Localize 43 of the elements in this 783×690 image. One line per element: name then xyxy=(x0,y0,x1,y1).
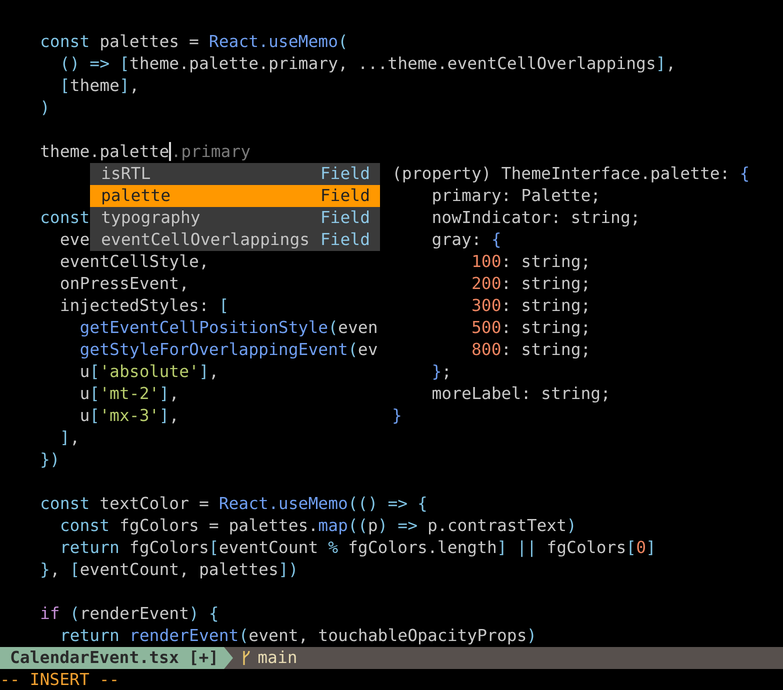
code-line: onPressEvent, xyxy=(58,273,190,295)
code-line: u['absolute'], xyxy=(78,361,219,383)
code-line: const fgColors = palettes.map((p) => p.contrastText) xyxy=(58,515,576,537)
code-line: return fgColors[eventCount % fgColors.length] || fgColors[0] xyxy=(58,537,656,559)
code-line: eve xyxy=(58,229,90,251)
code-line: injectedStyles: [ xyxy=(58,295,229,317)
completion-item[interactable]: eventCellOverlappings Field xyxy=(90,229,380,251)
doc-line: 200: string; xyxy=(470,273,591,295)
code-line: ) xyxy=(40,97,50,119)
code-line: eventCellStyle, xyxy=(58,251,209,273)
code-line: ], xyxy=(58,427,80,449)
code-line: return renderEvent(event, touchableOpacityProps) xyxy=(58,625,537,647)
doc-line: moreLabel: string; xyxy=(430,383,611,405)
code-line: }, [eventCount, palettes]) xyxy=(40,559,298,581)
doc-line: } xyxy=(392,405,402,427)
code-line: u['mt-2'], xyxy=(78,383,180,405)
code-line: getEventCellPositionStyle(even xyxy=(78,317,378,339)
branch-name: main xyxy=(258,647,298,669)
code-line: [theme], xyxy=(58,75,140,97)
mode-indicator: -- INSERT -- xyxy=(0,669,120,690)
code-line: const textColor = React.useMemo(() => { xyxy=(40,493,428,515)
doc-line: nowIndicator: string; xyxy=(430,207,640,229)
code-line: const palettes = React.useMemo( xyxy=(40,31,348,53)
code-line: () => [theme.palette.primary, ...theme.eventCellOverlappings], xyxy=(58,53,676,75)
code-line: theme.palette.primary xyxy=(40,141,251,163)
completion-item[interactable]: typography Field xyxy=(90,207,380,229)
doc-line: 500: string; xyxy=(470,317,591,339)
separator-arrow-icon xyxy=(224,647,233,669)
doc-line: (property) ThemeInterface.palette: { xyxy=(392,163,750,185)
doc-line: }; xyxy=(430,361,452,383)
doc-line: 100: string; xyxy=(470,251,591,273)
doc-line: 800: string; xyxy=(470,339,591,361)
doc-line: gray: { xyxy=(430,229,502,251)
branch-icon xyxy=(240,650,251,666)
doc-line: primary: Palette; xyxy=(430,185,601,207)
completion-item[interactable]: isRTL Field xyxy=(90,163,380,185)
doc-line: 300: string; xyxy=(470,295,591,317)
code-line: getStyleForOverlappingEvent(ev xyxy=(78,339,378,361)
code-line: u['mx-3'], xyxy=(78,405,180,427)
code-line: if (renderEvent) { xyxy=(40,603,219,625)
code-line: }) xyxy=(40,449,60,471)
code-line: const xyxy=(40,207,90,229)
completion-item[interactable]: palette Field xyxy=(90,185,380,207)
